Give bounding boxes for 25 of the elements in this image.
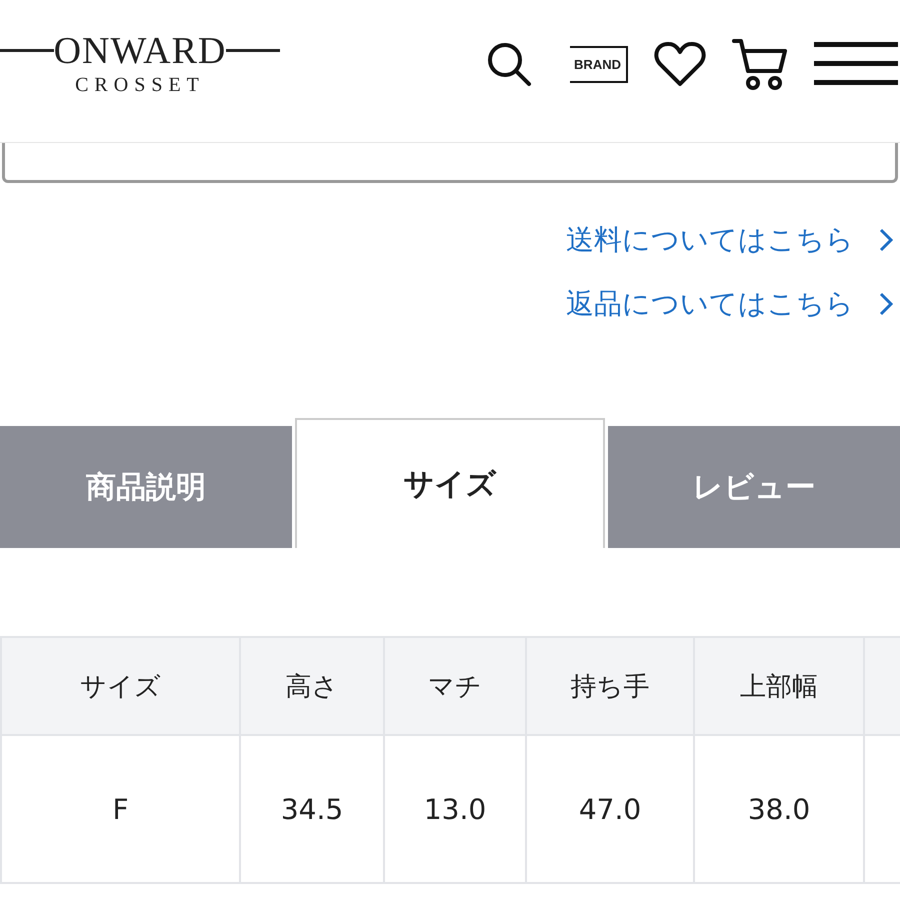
- brand-tag-button[interactable]: BRAND: [570, 46, 628, 82]
- store-stock-button[interactable]: [2, 143, 898, 183]
- tab[interactable]: レビュー: [608, 426, 900, 548]
- chevron-right-icon: [878, 291, 894, 317]
- column-header: マチ: [385, 638, 527, 736]
- table-cell: F: [0, 736, 241, 884]
- chevron-right-icon: [878, 227, 894, 253]
- brand-logo[interactable]: ONWARD: [54, 32, 226, 70]
- column-header: 上部幅: [695, 638, 865, 736]
- menu-icon[interactable]: [814, 40, 898, 88]
- table-cell: 34.5: [241, 736, 385, 884]
- tab[interactable]: 商品説明: [0, 426, 292, 548]
- heart-icon[interactable]: [654, 41, 706, 87]
- table-cell: 13.0: [385, 736, 527, 884]
- info-link[interactable]: 送料についてはこちら: [566, 221, 894, 259]
- column-header: サイズ: [0, 638, 241, 736]
- column-header: 持ち手: [527, 638, 695, 736]
- column-header: 高さ: [241, 638, 385, 736]
- cart-icon[interactable]: [732, 37, 788, 91]
- table-cell: 47.0: [527, 736, 695, 884]
- info-link[interactable]: 返品についてはこちら: [566, 285, 894, 323]
- table-cell: 38.0: [695, 736, 865, 884]
- tab[interactable]: サイズ: [294, 418, 606, 548]
- search-icon[interactable]: [486, 41, 532, 87]
- brand-subtitle: CROSSET: [75, 74, 205, 96]
